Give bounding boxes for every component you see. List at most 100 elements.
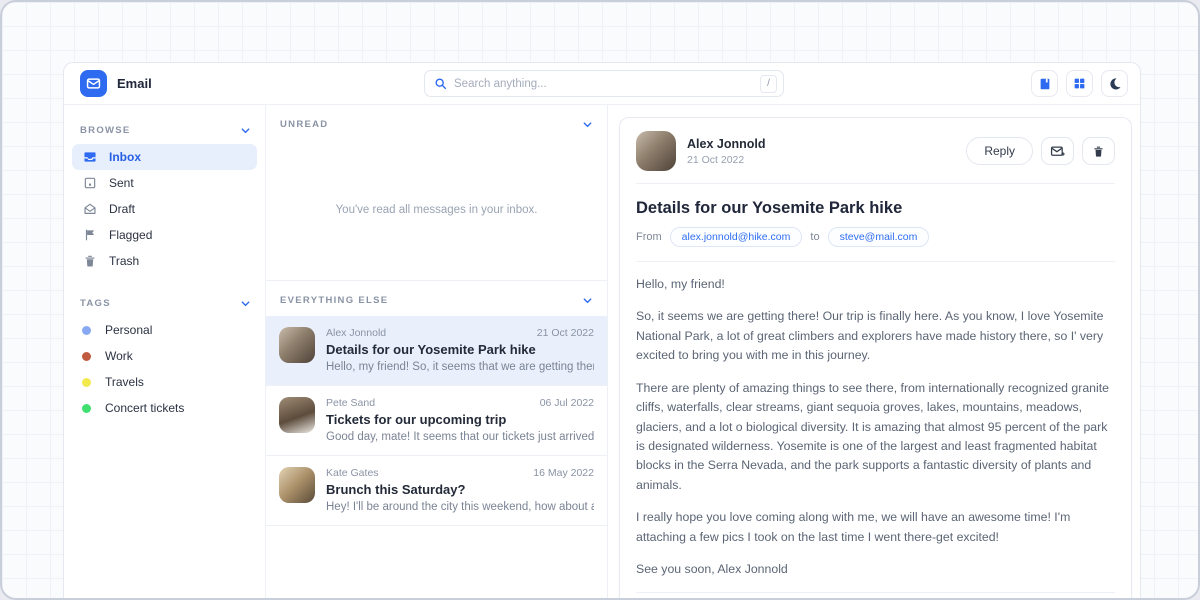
screenshot-frame: Email / xyxy=(0,0,1200,600)
sidebar-item-label: Draft xyxy=(109,202,135,216)
from-label: From xyxy=(636,231,662,243)
header-actions xyxy=(784,70,1128,97)
detail-date: 21 Oct 2022 xyxy=(687,154,765,166)
everything-else-label: EVERYTHING ELSE xyxy=(280,295,388,306)
browse-section-header[interactable]: BROWSE xyxy=(72,115,257,144)
to-label: to xyxy=(810,231,819,243)
tag-label: Concert tickets xyxy=(105,401,184,415)
tag-dot xyxy=(82,352,91,361)
chevron-down-icon xyxy=(582,295,593,306)
sidebar: BROWSE Inbox Sent xyxy=(64,105,265,600)
unread-label: UNREAD xyxy=(280,119,328,130)
avatar xyxy=(279,467,315,503)
sidebar-item-inbox[interactable]: Inbox xyxy=(72,144,257,170)
tag-item-concert-tickets[interactable]: Concert tickets xyxy=(72,395,257,421)
dark-mode-button[interactable] xyxy=(1101,70,1128,97)
sent-icon xyxy=(82,176,97,190)
chevron-down-icon xyxy=(240,125,251,136)
browse-label: BROWSE xyxy=(80,125,131,136)
tag-item-travels[interactable]: Travels xyxy=(72,369,257,395)
message-sender: Kate Gates xyxy=(326,467,379,479)
flag-icon xyxy=(82,228,97,242)
detail-actions: Reply xyxy=(966,137,1115,165)
reply-button[interactable]: Reply xyxy=(966,137,1033,165)
mail-plus-icon xyxy=(1050,144,1065,159)
search-shortcut-badge: / xyxy=(760,75,777,93)
app-title: Email xyxy=(117,76,152,91)
unread-section-header[interactable]: UNREAD xyxy=(266,105,607,140)
sidebar-item-label: Sent xyxy=(109,176,134,190)
trash-icon xyxy=(82,254,97,268)
chevron-down-icon xyxy=(240,298,251,309)
everything-else-section-header[interactable]: EVERYTHING ELSE xyxy=(266,280,607,316)
email-logo-icon xyxy=(80,70,107,97)
tag-item-work[interactable]: Work xyxy=(72,343,257,369)
message-date: 06 Jul 2022 xyxy=(540,397,594,409)
tag-dot xyxy=(82,378,91,387)
notebook-button[interactable] xyxy=(1031,70,1058,97)
tags-label: TAGS xyxy=(80,298,111,309)
email-detail-column: Alex Jonnold 21 Oct 2022 Reply xyxy=(608,105,1140,600)
tag-dot xyxy=(82,404,91,413)
email-paragraph: So, it seems we are getting there! Our t… xyxy=(636,307,1115,365)
sidebar-item-label: Flagged xyxy=(109,228,152,242)
chevron-down-icon xyxy=(582,119,593,130)
unread-empty-state: You've read all messages in your inbox. xyxy=(266,140,607,280)
sidebar-item-draft[interactable]: Draft xyxy=(72,196,257,222)
apps-grid-button[interactable] xyxy=(1066,70,1093,97)
email-paragraph: Hello, my friend! xyxy=(636,275,1115,294)
sidebar-item-sent[interactable]: Sent xyxy=(72,170,257,196)
brand: Email xyxy=(76,70,424,97)
avatar xyxy=(279,327,315,363)
message-subject: Details for our Yosemite Park hike xyxy=(326,342,594,357)
from-email-chip[interactable]: alex.jonnold@hike.com xyxy=(670,227,803,247)
sidebar-item-trash[interactable]: Trash xyxy=(72,248,257,274)
tag-label: Personal xyxy=(105,323,152,337)
moon-icon xyxy=(1108,77,1122,91)
sender-block: Alex Jonnold 21 Oct 2022 xyxy=(687,137,765,166)
email-app-window: Email / xyxy=(63,62,1141,600)
trash-icon xyxy=(1092,145,1105,158)
sidebar-item-label: Trash xyxy=(109,254,139,268)
to-email-chip[interactable]: steve@mail.com xyxy=(828,227,930,247)
detail-sender-name: Alex Jonnold xyxy=(687,137,765,151)
app-header: Email / xyxy=(64,63,1140,105)
attachments-divider xyxy=(636,592,1115,593)
email-body: Hello, my friend! So, it seems we are ge… xyxy=(636,262,1115,579)
message-preview: Hello, my friend! So, it seems that we a… xyxy=(326,361,594,373)
message-preview: Hey! I'll be around the city this weeken… xyxy=(326,501,594,513)
new-mail-button[interactable] xyxy=(1041,137,1074,165)
tag-label: Work xyxy=(105,349,133,363)
message-subject: Brunch this Saturday? xyxy=(326,482,594,497)
message-preview: Good day, mate! It seems that our ticket… xyxy=(326,431,594,443)
tags-section-header[interactable]: TAGS xyxy=(72,288,257,317)
message-row-kate[interactable]: Kate Gates 16 May 2022 Brunch this Satur… xyxy=(266,456,607,526)
search-bar[interactable]: / xyxy=(424,70,784,97)
message-list-column: UNREAD You've read all messages in your … xyxy=(265,105,608,600)
delete-button[interactable] xyxy=(1082,137,1115,165)
message-body: Kate Gates 16 May 2022 Brunch this Satur… xyxy=(326,467,594,513)
message-body: Pete Sand 06 Jul 2022 Tickets for our up… xyxy=(326,397,594,443)
message-row-alex[interactable]: Alex Jonnold 21 Oct 2022 Details for our… xyxy=(266,316,607,386)
inbox-icon xyxy=(82,150,97,164)
search-icon xyxy=(434,77,447,90)
email-paragraph: I really hope you love coming along with… xyxy=(636,508,1115,547)
message-date: 16 May 2022 xyxy=(533,467,594,479)
tag-item-personal[interactable]: Personal xyxy=(72,317,257,343)
detail-subject: Details for our Yosemite Park hike xyxy=(636,199,1115,218)
message-row-pete[interactable]: Pete Sand 06 Jul 2022 Tickets for our up… xyxy=(266,386,607,456)
main-columns: BROWSE Inbox Sent xyxy=(64,105,1140,600)
avatar xyxy=(279,397,315,433)
email-detail-card: Alex Jonnold 21 Oct 2022 Reply xyxy=(619,117,1132,600)
sidebar-item-label: Inbox xyxy=(109,150,141,164)
avatar xyxy=(636,131,676,171)
apps-grid-icon xyxy=(1073,77,1086,90)
from-to-row: From alex.jonnold@hike.com to steve@mail… xyxy=(636,227,1115,262)
notebook-icon xyxy=(1038,77,1052,91)
message-subject: Tickets for our upcoming trip xyxy=(326,412,594,427)
sidebar-item-flagged[interactable]: Flagged xyxy=(72,222,257,248)
email-detail-header: Alex Jonnold 21 Oct 2022 Reply xyxy=(636,131,1115,184)
search-input[interactable] xyxy=(454,78,753,90)
message-body: Alex Jonnold 21 Oct 2022 Details for our… xyxy=(326,327,594,373)
email-paragraph: There are plenty of amazing things to se… xyxy=(636,379,1115,496)
